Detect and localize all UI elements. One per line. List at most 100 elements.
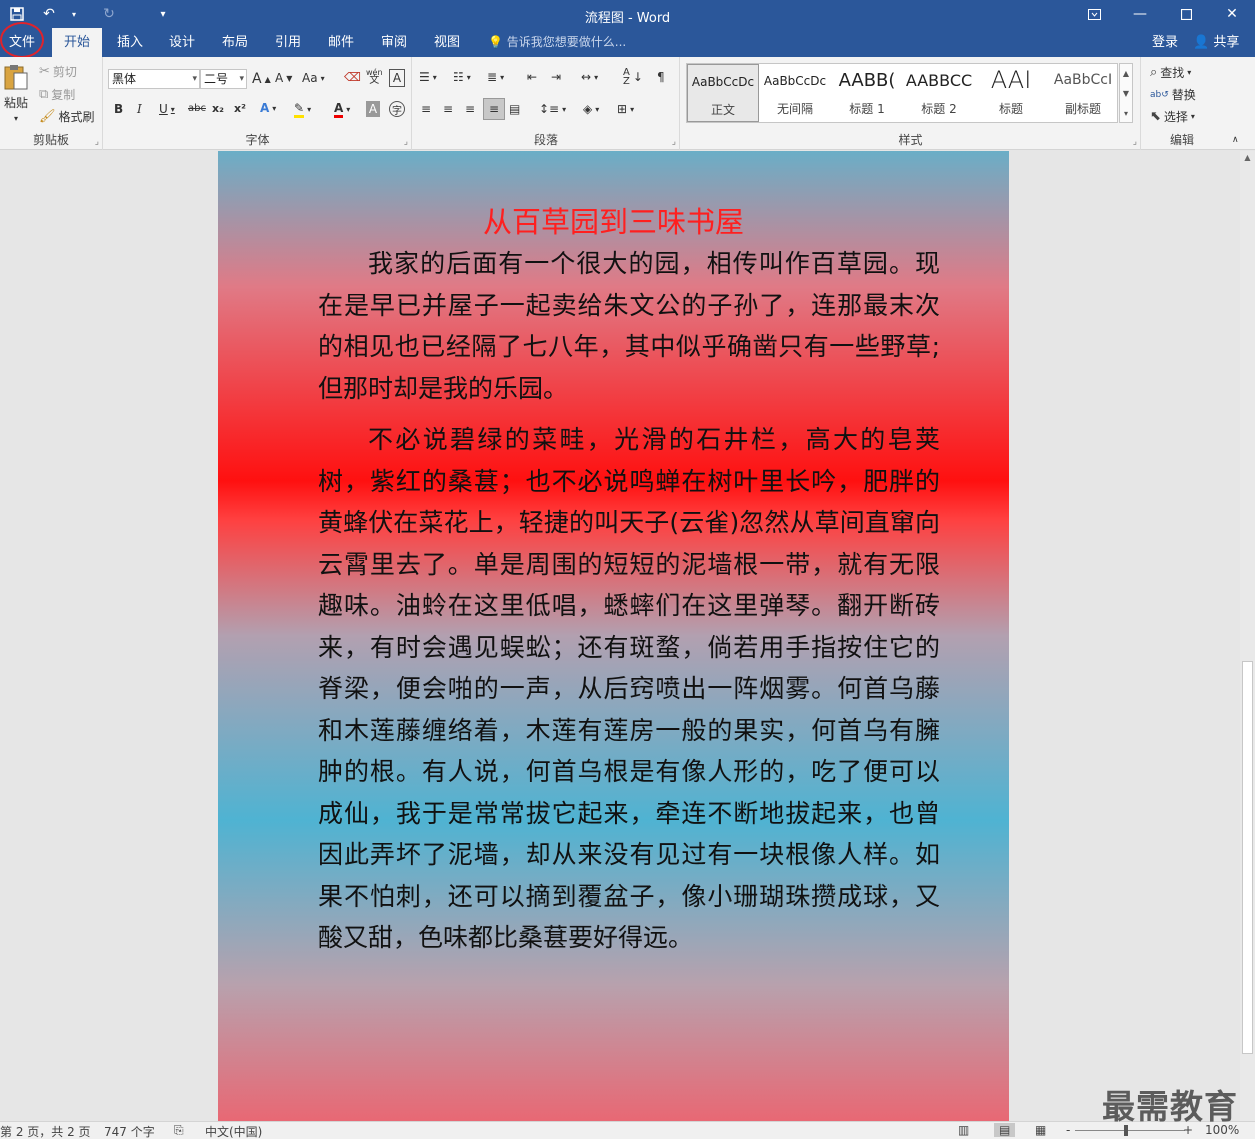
word-count[interactable]: 747 个字 — [104, 1123, 155, 1139]
find-button[interactable]: ⌕ 查找 ▾ — [1150, 64, 1191, 81]
numbering-icon[interactable]: ☷ ▾ — [453, 70, 471, 84]
distributed-icon[interactable]: ▤ — [509, 102, 520, 116]
character-shading-button[interactable]: A — [366, 101, 380, 117]
increase-indent-icon[interactable]: ⇥ — [551, 70, 561, 84]
tab-insert[interactable]: 插入 — [108, 28, 152, 57]
page-count[interactable]: 第 2 页，共 2 页 — [0, 1123, 91, 1139]
shading-icon[interactable]: ◈ ▾ — [583, 102, 599, 116]
tell-me-box[interactable]: 💡 告诉我您想要做什么... — [488, 28, 626, 57]
ribbon-display-options-icon[interactable] — [1071, 0, 1117, 28]
styles-scroll[interactable]: ▲ ▼ ▾ — [1119, 63, 1133, 123]
more-styles-icon[interactable]: ▾ — [1120, 104, 1132, 124]
tell-me-text: 告诉我您想要做什么... — [506, 35, 627, 49]
align-right-icon[interactable]: ≡ — [465, 102, 475, 116]
collapse-ribbon-icon[interactable]: ∧ — [1232, 135, 1239, 145]
dialog-launcher-icon[interactable]: ⌟ — [404, 137, 408, 147]
dialog-launcher-icon[interactable]: ⌟ — [672, 137, 676, 147]
zoom-slider-track[interactable] — [1075, 1130, 1185, 1131]
style-heading-1[interactable]: AABB( 标题 1 — [831, 64, 903, 122]
line-spacing-icon[interactable]: ↕≡ ▾ — [539, 102, 566, 116]
close-icon[interactable]: ✕ — [1209, 0, 1255, 28]
paragraph-group: ☰ ▾ ☷ ▾ ≣ ▾ ⇤ ⇥ ↔ ▾ A Z ↓ ¶ ≡ ≡ ≡ ≡ ▤ ↕≡ ▾ ◈ ▾ ⊞… — [413, 57, 680, 150]
copy-icon: ⧉ — [39, 87, 49, 102]
maximize-icon[interactable] — [1163, 0, 1209, 28]
font-label: 字体 — [245, 133, 270, 147]
grow-font-button[interactable]: A ▲ — [252, 71, 271, 87]
style-title[interactable]: AAI 标题 — [975, 64, 1047, 122]
clear-formatting-icon[interactable]: ⌫ — [344, 70, 361, 84]
show-marks-icon[interactable]: ¶ — [657, 70, 665, 84]
dialog-launcher-icon[interactable]: ⌟ — [95, 137, 99, 147]
print-layout-icon[interactable]: ▤ — [994, 1123, 1016, 1137]
editing-group: ⌕ 查找 ▾ ab↺ 替换 ⬉ 选择 ▾ 编辑 — [1142, 57, 1222, 150]
align-center-icon[interactable]: ≡ — [443, 102, 453, 116]
document-title: 从百草园到三味书屋 — [482, 205, 744, 239]
document-paragraph: 我家的后面有一个很大的园，相传叫作百草园。现在是早已并屋子一起卖给朱文公的子孙了… — [318, 249, 940, 403]
chevron-down-icon[interactable]: ▼ — [1120, 84, 1132, 104]
align-left-icon[interactable]: ≡ — [421, 102, 431, 116]
underline-button[interactable]: U ▾ — [159, 102, 175, 116]
web-layout-icon[interactable]: ▦ — [1035, 1123, 1046, 1137]
sort-icon[interactable]: A Z ↓ — [623, 68, 643, 87]
bold-button[interactable]: B — [114, 102, 123, 116]
decrease-indent-icon[interactable]: ⇤ — [527, 70, 537, 84]
copy-button[interactable]: ⧉ 复制 — [39, 86, 75, 103]
style-heading-2[interactable]: AABBCC 标题 2 — [903, 64, 975, 122]
login-link[interactable]: 登录 — [1152, 28, 1178, 57]
minimize-icon[interactable]: — — [1117, 0, 1163, 28]
vertical-scrollbar[interactable]: ▲ — [1240, 151, 1255, 1121]
font-name-combo[interactable]: 黑体 ▾ — [108, 69, 200, 89]
multilevel-list-icon[interactable]: ≣ ▾ — [487, 70, 504, 84]
underline-dropdown-icon: ▾ — [170, 104, 175, 114]
text-effects-button[interactable]: A ▾ — [260, 101, 276, 115]
clipboard-group: 粘贴 ▾ ✂ 剪切 ⧉ 复制 🖌 格式刷 剪贴板 ⌟ — [0, 57, 103, 150]
status-bar: 第 2 页，共 2 页 747 个字 ⎘ 中文(中国) ▥ ▤ ▦ - + 10… — [0, 1121, 1255, 1139]
chinese-layout-icon[interactable]: ↔ ▾ — [581, 70, 598, 84]
chevron-down-icon: ▾ — [1190, 112, 1195, 121]
highlight-color-button[interactable]: ✎ ▾ — [294, 101, 311, 118]
superscript-button[interactable]: x² — [234, 102, 246, 115]
borders-icon[interactable]: ⊞ ▾ — [617, 102, 634, 116]
change-case-button[interactable]: Aa ▾ — [302, 71, 325, 85]
language-indicator[interactable]: 中文(中国) — [205, 1123, 262, 1139]
phonetic-guide-button[interactable]: wén 文 — [366, 68, 383, 86]
editing-label: 编辑 — [1169, 133, 1194, 147]
zoom-out-button[interactable]: - — [1066, 1123, 1070, 1137]
style-subtitle[interactable]: AaBbCcI 副标题 — [1047, 64, 1119, 122]
document-area[interactable]: 从百草园到三味书屋 我家的后面有一个很大的园，相传叫作百草园。现在是早已并屋子一… — [0, 151, 1240, 1121]
replace-button[interactable]: ab↺ 替换 — [1150, 86, 1196, 103]
italic-button[interactable]: I — [137, 102, 142, 116]
paste-button[interactable]: 粘贴 ▾ — [3, 63, 29, 123]
character-border-button[interactable]: A — [389, 69, 405, 87]
cut-button[interactable]: ✂ 剪切 — [39, 63, 77, 80]
font-color-button[interactable]: A ▾ — [334, 101, 350, 118]
share-button[interactable]: 👤 共享 — [1193, 28, 1239, 57]
select-button[interactable]: ⬉ 选择 ▾ — [1150, 108, 1195, 125]
chevron-up-icon[interactable]: ▲ — [1120, 64, 1132, 84]
tab-references[interactable]: 引用 — [266, 28, 310, 57]
enclose-characters-icon[interactable]: 字 — [389, 101, 405, 117]
tab-layout[interactable]: 布局 — [213, 28, 257, 57]
tab-home[interactable]: 开始 — [52, 28, 102, 57]
tab-view[interactable]: 视图 — [425, 28, 469, 57]
read-mode-icon[interactable]: ▥ — [958, 1123, 969, 1137]
lightbulb-icon: 💡 — [488, 35, 503, 49]
dialog-launcher-icon[interactable]: ⌟ — [1133, 137, 1137, 147]
proofing-icon[interactable]: ⎘ — [174, 1123, 184, 1138]
subscript-button[interactable]: x₂ — [212, 102, 224, 115]
justify-icon[interactable]: ≡ — [483, 98, 505, 120]
chevron-down-icon: ▾ — [239, 74, 244, 84]
format-painter-button[interactable]: 🖌 格式刷 — [39, 108, 95, 125]
style-normal[interactable]: AaBbCcDc 正文 — [687, 64, 759, 122]
strikethrough-button[interactable]: abc — [188, 103, 206, 114]
style-no-spacing[interactable]: AaBbCcDc 无间隔 — [759, 64, 831, 122]
tab-review[interactable]: 审阅 — [372, 28, 416, 57]
bullets-icon[interactable]: ☰ ▾ — [419, 70, 437, 84]
document-page[interactable]: 从百草园到三味书屋 我家的后面有一个很大的园，相传叫作百草园。现在是早已并屋子一… — [218, 151, 1009, 1121]
shrink-font-button[interactable]: A ▼ — [275, 71, 292, 85]
scroll-up-icon[interactable]: ▲ — [1242, 153, 1253, 163]
scroll-thumb[interactable] — [1242, 661, 1253, 1054]
font-size-combo[interactable]: 二号 ▾ — [200, 69, 247, 89]
tab-design[interactable]: 设计 — [160, 28, 204, 57]
tab-mailings[interactable]: 邮件 — [319, 28, 363, 57]
